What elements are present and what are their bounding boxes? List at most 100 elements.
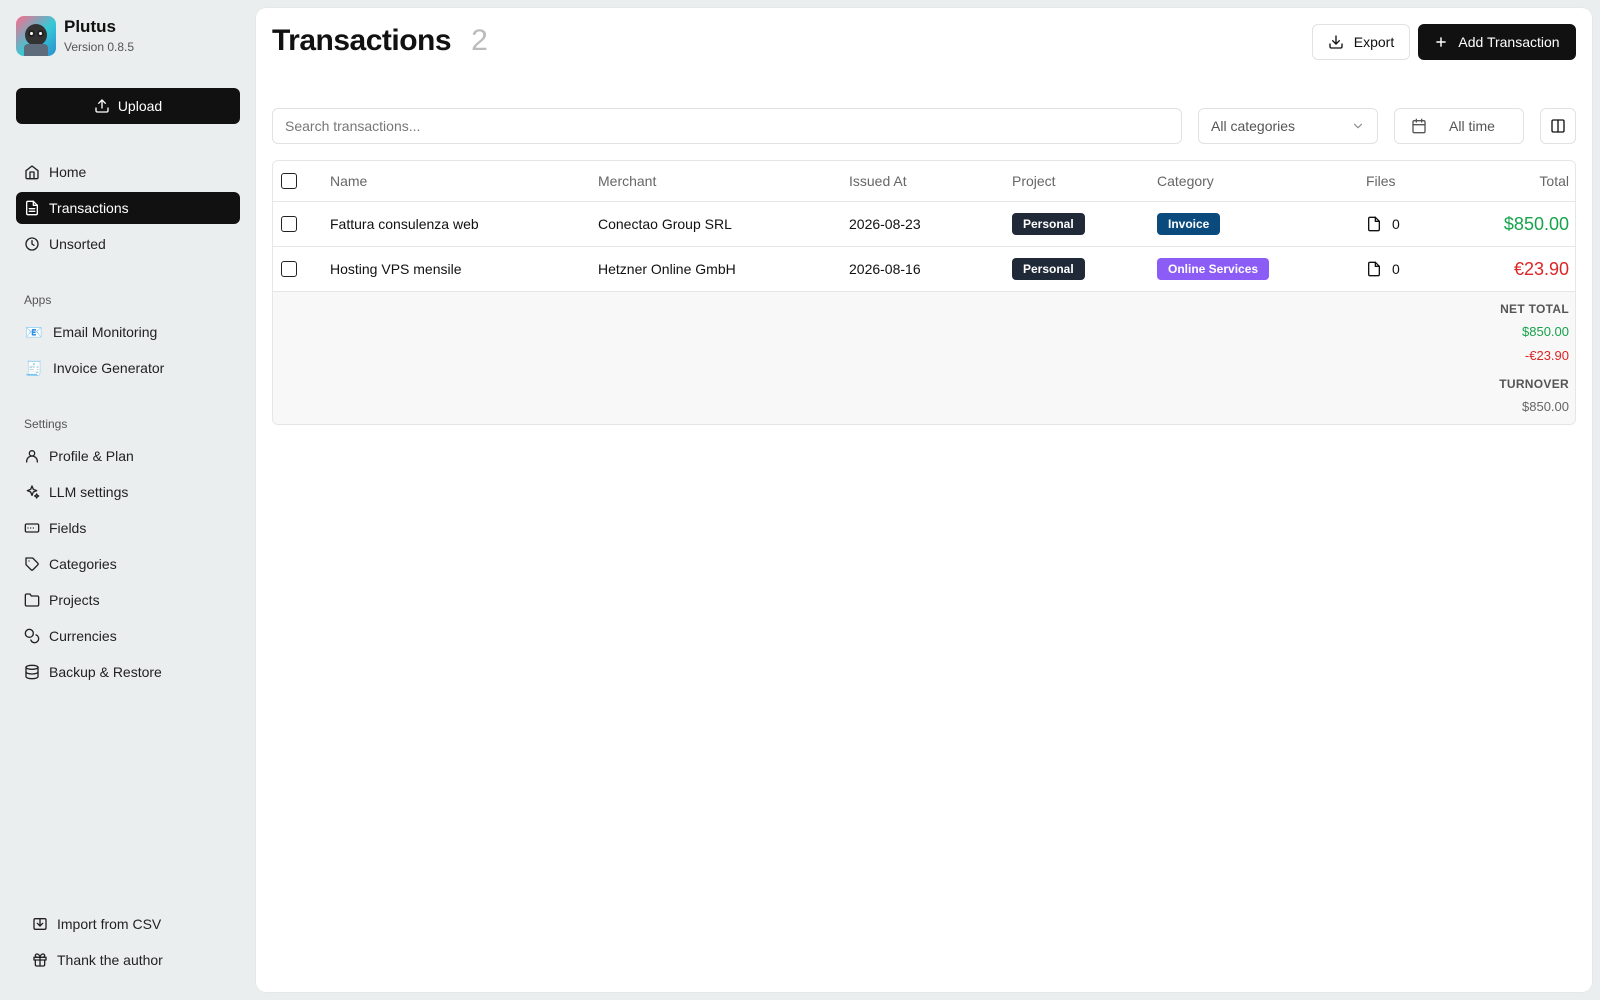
sidebar-item-llm-settings[interactable]: LLM settings <box>16 476 240 508</box>
sidebar-item-label: Categories <box>49 556 117 572</box>
sidebar-item-invoice-generator[interactable]: 🧾 Invoice Generator <box>16 352 240 384</box>
upload-button[interactable]: Upload <box>16 88 240 124</box>
category-select[interactable]: All categories <box>1198 108 1378 144</box>
net-total-label: NET TOTAL <box>1500 302 1569 316</box>
apps-section-label: Apps <box>24 293 52 307</box>
category-badge: Invoice <box>1157 213 1221 235</box>
receipt-icon: 🧾 <box>25 359 43 376</box>
table-summary: NET TOTAL $850.00 -€23.90 TURNOVER $850.… <box>273 292 1575 424</box>
project-badge: Personal <box>1012 258 1085 280</box>
sidebar-item-email-monitoring[interactable]: 📧 Email Monitoring <box>16 316 240 348</box>
row-files-count: 0 <box>1392 216 1400 232</box>
category-badge: Online Services <box>1157 258 1270 280</box>
import-icon <box>33 918 47 930</box>
sidebar-item-unsorted[interactable]: Unsorted <box>16 228 240 260</box>
brand[interactable]: Plutus Version 0.8.5 <box>16 16 134 56</box>
sidebar-item-label: Currencies <box>49 628 117 644</box>
transactions-table: Name Merchant Issued At Project Category… <box>272 160 1576 425</box>
chevron-down-icon <box>1353 123 1363 129</box>
download-icon <box>1329 35 1343 49</box>
project-badge: Personal <box>1012 213 1085 235</box>
sidebar-item-label: Projects <box>49 592 100 608</box>
gift-icon <box>33 953 47 967</box>
table-header: Name Merchant Issued At Project Category… <box>273 161 1575 202</box>
add-transaction-button[interactable]: Add Transaction <box>1418 24 1576 60</box>
sidebar-item-label: Backup & Restore <box>49 664 162 680</box>
thank-author-link[interactable]: Thank the author <box>24 944 240 976</box>
upload-label: Upload <box>117 98 163 114</box>
row-merchant: Hetzner Online GmbH <box>598 261 736 277</box>
app-name: Plutus <box>64 17 116 36</box>
search-input[interactable] <box>272 108 1182 144</box>
date-range-picker[interactable]: All time <box>1394 108 1524 144</box>
sidebar-item-label: LLM settings <box>49 484 129 500</box>
columns-toggle-button[interactable] <box>1540 108 1576 144</box>
settings-section-label: Settings <box>24 417 68 431</box>
main-panel: Transactions 2 Export Add Transaction Al… <box>256 8 1592 992</box>
page-title: Transactions <box>272 24 452 57</box>
columns-icon <box>1551 119 1565 133</box>
calendar-icon <box>1412 118 1426 134</box>
sidebar-item-label: Transactions <box>49 200 129 216</box>
row-files-count: 0 <box>1392 261 1400 277</box>
coins-icon <box>24 628 40 644</box>
row-total: €23.90 <box>1513 258 1569 279</box>
import-csv-link[interactable]: Import from CSV <box>24 908 240 940</box>
column-header-merchant[interactable]: Merchant <box>598 161 656 201</box>
row-total: $850.00 <box>1503 213 1569 234</box>
folder-icon <box>24 593 40 607</box>
sidebar-item-label: Email Monitoring <box>53 324 158 340</box>
add-transaction-label: Add Transaction <box>1458 34 1560 50</box>
app-logo <box>16 16 56 56</box>
sidebar-item-fields[interactable]: Fields <box>16 512 240 544</box>
home-icon <box>25 165 39 180</box>
database-icon <box>25 664 39 680</box>
form-input-icon <box>24 523 40 533</box>
column-header-files[interactable]: Files <box>1366 161 1396 201</box>
sidebar-item-transactions[interactable]: Transactions <box>16 192 240 224</box>
category-select-value: All categories <box>1211 118 1296 134</box>
page-header: Transactions 2 <box>272 24 488 58</box>
row-name: Hosting VPS mensile <box>330 261 462 277</box>
sidebar-item-profile[interactable]: Profile & Plan <box>16 440 240 472</box>
net-total-negative: -€23.90 <box>1524 348 1569 363</box>
row-name: Fattura consulenza web <box>330 216 479 232</box>
sidebar-item-label: Unsorted <box>49 236 106 252</box>
row-checkbox[interactable] <box>281 216 297 232</box>
table-row[interactable]: Hosting VPS mensile Hetzner Online GmbH … <box>273 247 1575 292</box>
sidebar: Plutus Version 0.8.5 Upload Home Transac… <box>0 0 256 1000</box>
tag-icon <box>25 557 39 571</box>
column-header-issued-at[interactable]: Issued At <box>849 161 907 201</box>
file-text-icon <box>26 200 38 216</box>
import-csv-label: Import from CSV <box>57 916 162 932</box>
export-button[interactable]: Export <box>1312 24 1410 60</box>
transaction-count: 2 <box>471 24 488 57</box>
plus-icon <box>1436 37 1447 47</box>
sidebar-item-backup[interactable]: Backup & Restore <box>16 656 240 688</box>
table-row[interactable]: Fattura consulenza web Conectao Group SR… <box>273 202 1575 247</box>
sparkles-icon <box>26 485 40 499</box>
sidebar-item-home[interactable]: Home <box>16 156 240 188</box>
row-checkbox[interactable] <box>281 261 297 277</box>
column-header-project[interactable]: Project <box>1012 161 1056 201</box>
row-issued-at: 2026-08-16 <box>849 261 921 277</box>
turnover-value: $850.00 <box>1522 399 1569 414</box>
row-merchant: Conectao Group SRL <box>598 216 732 232</box>
column-header-total[interactable]: Total <box>1539 161 1569 201</box>
turnover-label: TURNOVER <box>1499 377 1569 391</box>
row-issued-at: 2026-08-23 <box>849 216 921 232</box>
sidebar-item-projects[interactable]: Projects <box>16 584 240 616</box>
file-icon <box>1368 261 1380 277</box>
column-header-name[interactable]: Name <box>330 161 367 201</box>
sidebar-item-label: Fields <box>49 520 87 536</box>
sidebar-item-categories[interactable]: Categories <box>16 548 240 580</box>
app-version: Version 0.8.5 <box>64 40 135 54</box>
select-all-checkbox[interactable] <box>281 173 297 189</box>
user-icon <box>26 450 38 463</box>
net-total-positive: $850.00 <box>1522 324 1569 339</box>
column-header-category[interactable]: Category <box>1157 161 1214 201</box>
sidebar-item-currencies[interactable]: Currencies <box>16 620 240 652</box>
date-range-value: All time <box>1449 118 1495 134</box>
email-icon: 📧 <box>25 323 43 340</box>
file-icon <box>1368 216 1380 232</box>
